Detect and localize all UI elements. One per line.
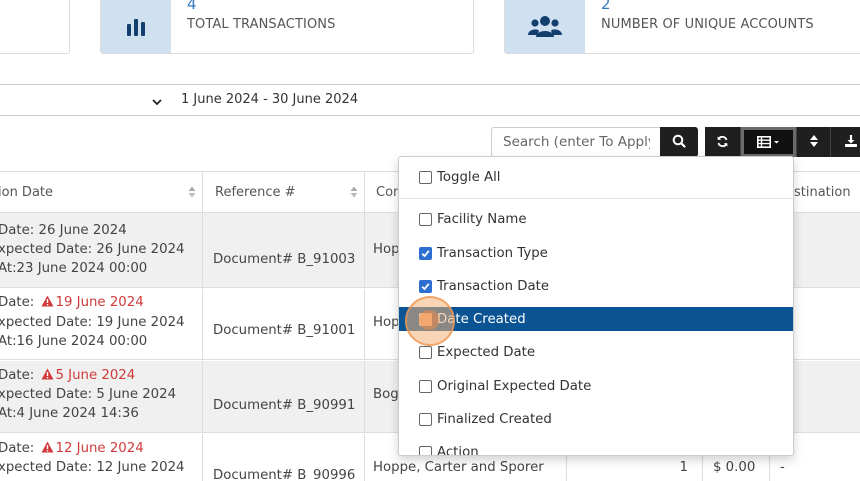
checkbox[interactable] [419,312,432,326]
checkbox[interactable] [419,345,432,359]
option-label: Finalized Created [437,411,552,427]
expected-date: xpected Date: 19 June 2024 [0,315,185,330]
expected-date: xpected Date: 5 June 2024 [0,387,177,402]
reference-number: Document# B_90991 [213,398,356,413]
option-label: Action [437,444,479,456]
date-value: 12 June 2024 [55,441,144,456]
chevron-down-icon [151,93,163,112]
checkbox-checked[interactable] [419,279,432,293]
warning-icon [41,441,54,457]
checkbox[interactable] [419,445,432,455]
option-label: Toggle All [437,169,501,185]
filter-select[interactable] [0,84,170,116]
company-name: Hop [373,315,400,330]
download-icon [844,133,858,152]
reference-cell: Document# B_90996 [203,434,365,481]
checkbox-checked[interactable] [419,246,432,260]
warning-icon [41,295,54,311]
sort-icon [350,186,358,202]
search-input[interactable] [491,127,661,157]
date-label: Date: [0,441,39,456]
checkbox[interactable] [419,379,432,393]
stat-card-transactions: 4 TOTAL TRANSACTIONS [100,0,474,54]
columns-toggle-button[interactable] [741,127,797,157]
date-label: Date: [0,223,39,238]
column-option-expected-date[interactable]: Expected Date [399,340,793,364]
header-date-label: ion Date [0,185,54,200]
header-reference-label: Reference # [215,185,296,200]
option-label: Date Created [437,311,526,327]
reference-cell: Document# B_90991 [203,361,365,432]
column-option-action[interactable]: Action [399,440,793,456]
accounts-count: 2 [601,0,611,13]
column-option-finalized-created[interactable]: Finalized Created [399,407,793,431]
company-name: Hoppe, Carter and Sporer [373,460,544,475]
date-value: 19 June 2024 [55,295,144,310]
option-label: Transaction Date [437,278,550,294]
toggle-all-option[interactable]: Toggle All [399,165,793,189]
header-destination-label: estination [786,185,851,200]
table-toolbar [705,127,860,157]
option-label: Expected Date [437,344,536,360]
accounts-label: NUMBER OF UNIQUE ACCOUNTS [601,17,814,32]
option-label: Facility Name [437,211,527,227]
quantity-value: 1 [679,460,688,475]
date-range-picker[interactable]: 1 June 2024 - 30 June 2024 [168,84,860,116]
reference-number: Document# B_91001 [213,323,356,338]
header-date[interactable]: ion Date [0,172,203,214]
option-label: Original Expected Date [437,378,592,394]
date-cell: Date: 12 June 2024 xpected Date: 12 June… [0,434,203,481]
column-option-transaction-date[interactable]: Transaction Date [399,274,793,298]
sort-icon [188,186,196,202]
header-reference[interactable]: Reference # [203,172,365,214]
users-icon [505,0,585,53]
refresh-icon [716,133,729,152]
menu-divider [399,198,793,199]
created-at: At:16 June 2024 00:00 [0,334,148,349]
date-cell: Date: 19 June 2024 xpected Date: 19 June… [0,289,203,359]
reference-cell: Document# B_91001 [203,289,365,359]
reference-number: Document# B_91003 [213,252,356,267]
reference-cell: Document# B_91003 [203,213,365,287]
sort-button[interactable] [797,127,831,157]
column-option-original-expected-date[interactable]: Original Expected Date [399,374,793,398]
date-label: Date: [0,295,39,310]
date-cell: Date: 5 June 2024 xpected Date: 5 June 2… [0,361,203,432]
destination-value: - [780,460,785,475]
date-cell: Date: 26 June 2024 xpected Date: 26 June… [0,213,203,287]
transactions-label: TOTAL TRANSACTIONS [187,17,336,32]
created-at: At:23 June 2024 00:00 [0,261,148,276]
column-option-date-created[interactable]: Date Created [399,307,793,331]
column-option-facility-name[interactable]: Facility Name [399,207,793,231]
date-value: 26 June 2024 [38,223,127,238]
refresh-button[interactable] [705,127,741,157]
stat-card-partial [0,0,70,54]
date-label: Date: [0,368,39,383]
checkbox[interactable] [419,170,432,184]
expected-date: xpected Date: 26 June 2024 [0,242,185,257]
date-value: 5 June 2024 [55,368,136,383]
created-at: At:4 June 2024 14:36 [0,406,139,421]
warning-icon [41,368,54,384]
checkbox[interactable] [419,212,432,226]
column-option-transaction-type[interactable]: Transaction Type [399,241,793,265]
amount-value: $ 0.00 [713,460,756,475]
search-button[interactable] [660,127,698,157]
sort-icon [809,133,819,152]
transactions-count: 4 [187,0,197,13]
stat-card-accounts: 2 NUMBER OF UNIQUE ACCOUNTS [504,0,860,54]
checkbox[interactable] [419,412,432,426]
search-icon [672,133,686,152]
export-button[interactable] [831,127,860,157]
reference-number: Document# B_90996 [213,468,356,481]
expected-date: xpected Date: 12 June 2024 [0,460,185,475]
bar-chart-icon [101,0,171,53]
option-label: Transaction Type [437,245,548,261]
columns-icon [756,133,781,152]
column-visibility-menu: Toggle All Facility Name Transaction Typ… [398,156,794,456]
